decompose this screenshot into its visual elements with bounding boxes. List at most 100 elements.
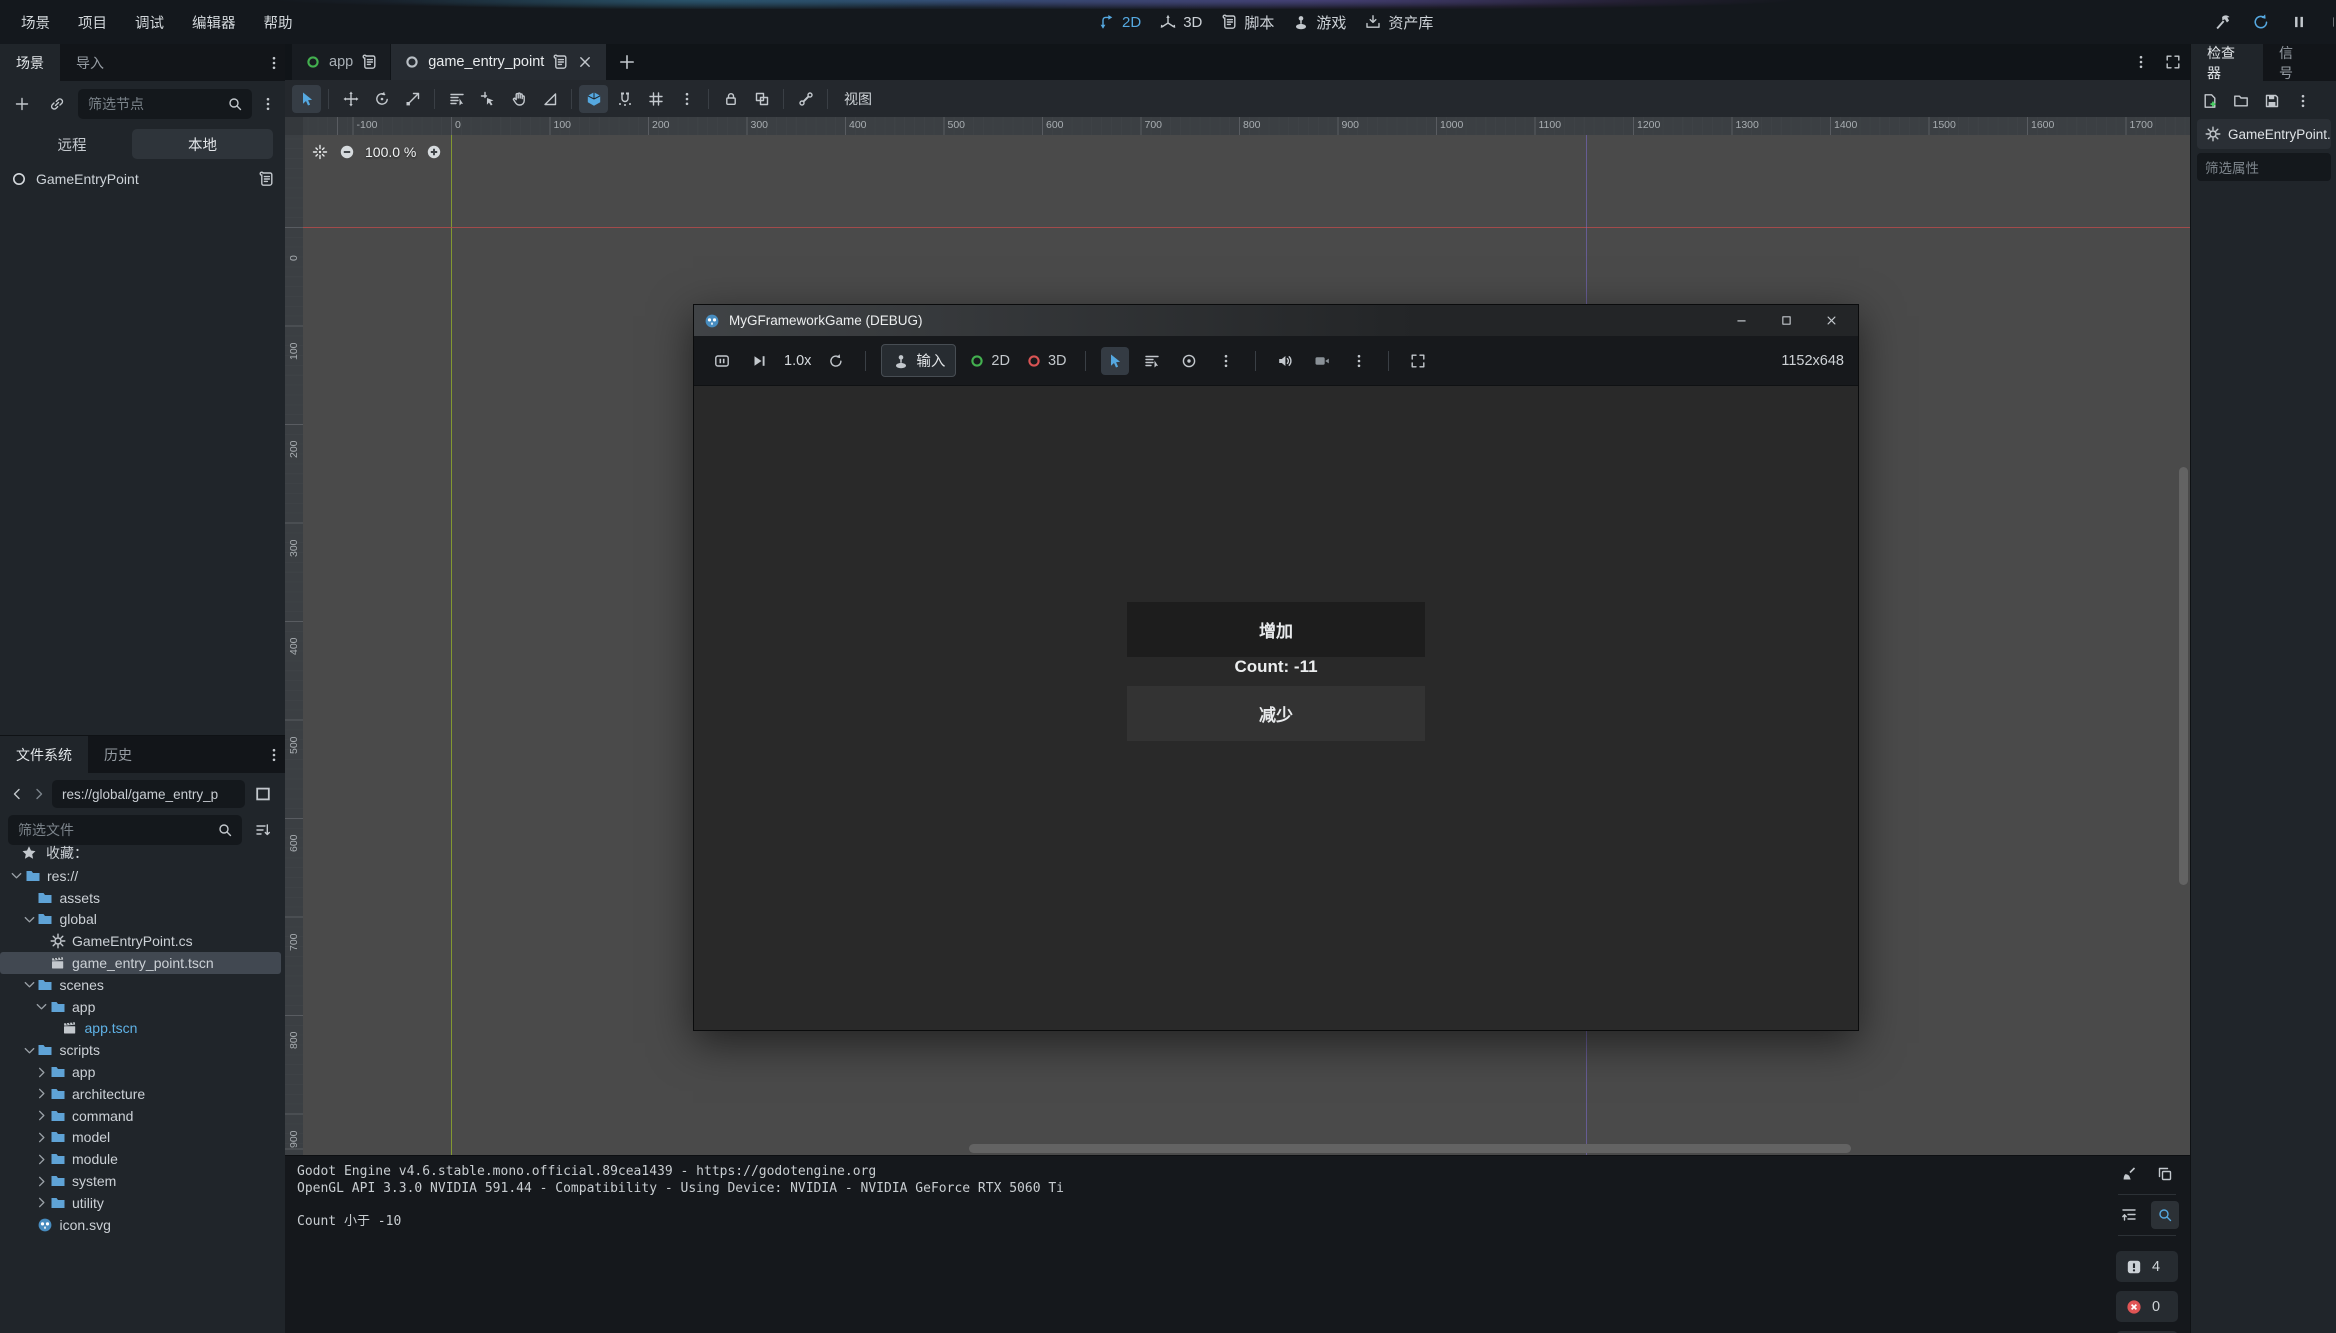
fs-tree-item[interactable]: global: [0, 909, 281, 931]
move-tool-button[interactable]: [336, 85, 365, 113]
new-scene-tab-button[interactable]: [606, 44, 648, 80]
scene-tree-root-node[interactable]: GameEntryPoint: [0, 165, 285, 193]
close-tab-icon[interactable]: [576, 53, 594, 71]
mode-button-script[interactable]: 脚本: [1220, 12, 1274, 33]
select-3d-node-button[interactable]: 3D: [1025, 352, 1067, 370]
game-options-menu-icon[interactable]: [1345, 347, 1373, 375]
filter-nodes-input[interactable]: [86, 95, 226, 113]
suspend-game-button[interactable]: [708, 347, 736, 375]
input-passthrough-toggle[interactable]: 输入: [881, 344, 956, 377]
smart-snap-button[interactable]: [579, 85, 608, 113]
snap-options-menu-icon[interactable]: [672, 85, 701, 113]
horizontal-scrollbar[interactable]: [969, 1144, 1851, 1153]
chevron-down-icon[interactable]: [22, 1043, 37, 1058]
chevron-right-icon[interactable]: [34, 1086, 49, 1101]
game-select-mode-button[interactable]: [1101, 347, 1129, 375]
vertical-scrollbar[interactable]: [2179, 467, 2188, 885]
nav-forward-icon[interactable]: [30, 785, 48, 803]
zoom-in-icon[interactable]: [425, 143, 443, 161]
clear-output-button[interactable]: [2115, 1160, 2143, 1188]
path-field[interactable]: [52, 780, 245, 808]
menu-editor[interactable]: 编辑器: [179, 7, 249, 38]
chevron-right-icon[interactable]: [34, 1195, 49, 1210]
path-input[interactable]: [60, 786, 237, 803]
tab-import[interactable]: 导入: [60, 44, 120, 81]
fs-tree-item[interactable]: scripts: [0, 1039, 281, 1061]
filter-properties-field[interactable]: 筛选属性: [2197, 153, 2331, 181]
chevron-down-icon[interactable]: [22, 977, 37, 992]
zoom-level[interactable]: 100.0 %: [365, 144, 416, 160]
save-resource-icon[interactable]: [2263, 92, 2281, 110]
camera-button[interactable]: [1308, 347, 1336, 375]
camera-override-button[interactable]: [1175, 347, 1203, 375]
mode-button-assetlib[interactable]: 资产库: [1364, 12, 1433, 33]
nav-back-icon[interactable]: [8, 785, 26, 803]
grid-snap-button[interactable]: [610, 85, 639, 113]
recovery-mode-icon[interactable]: [2214, 13, 2232, 31]
fs-tree-item[interactable]: module: [0, 1148, 281, 1170]
chevron-right-icon[interactable]: [34, 1065, 49, 1080]
tab-clipped[interactable]: [2322, 44, 2336, 81]
inspector-menu-icon[interactable]: [2294, 92, 2312, 110]
chevron-right-icon[interactable]: [34, 1174, 49, 1189]
grid-toggle-button[interactable]: [641, 85, 670, 113]
list-select-button[interactable]: [442, 85, 471, 113]
fs-tree-item[interactable]: command: [0, 1105, 281, 1127]
add-node-button[interactable]: [8, 90, 36, 118]
scene-dock-menu-icon[interactable]: [265, 54, 283, 72]
menu-help[interactable]: 帮助: [251, 7, 306, 38]
toggle-split-mode-button[interactable]: [249, 780, 277, 808]
load-resource-icon[interactable]: [2232, 92, 2250, 110]
tab-inspector[interactable]: 检查器: [2191, 44, 2263, 81]
tab-scene[interactable]: 场景: [0, 44, 60, 81]
mode-button-2d[interactable]: 2D: [1098, 13, 1141, 31]
instance-scene-button[interactable]: [43, 90, 71, 118]
game-window-titlebar[interactable]: MyGFrameworkGame (DEBUG): [694, 305, 1858, 336]
snap-pivot-button[interactable]: [473, 85, 502, 113]
menu-project[interactable]: 项目: [65, 7, 120, 38]
new-resource-icon[interactable]: [2201, 92, 2219, 110]
fs-tree-item[interactable]: architecture: [0, 1083, 281, 1105]
game-speed[interactable]: 1.0x: [784, 353, 811, 369]
close-icon[interactable]: [1822, 312, 1840, 330]
select-tool-button[interactable]: [292, 85, 321, 113]
increase-button[interactable]: 增加: [1127, 602, 1425, 657]
fs-tree-item[interactable]: scenes: [0, 974, 281, 996]
scene-tree-menu-icon[interactable]: [259, 95, 277, 113]
menu-debug[interactable]: 调试: [122, 7, 177, 38]
restart-game-icon[interactable]: [2252, 13, 2270, 31]
zoom-out-icon[interactable]: [338, 143, 356, 161]
group-button[interactable]: [747, 85, 776, 113]
fs-tree-item[interactable]: app: [0, 996, 281, 1018]
fs-tree-item[interactable]: game_entry_point.tscn: [0, 952, 281, 974]
mute-audio-button[interactable]: [1271, 347, 1299, 375]
message-count-badge[interactable]: 4: [2116, 1251, 2178, 1282]
collapse-messages-button[interactable]: [2115, 1201, 2143, 1229]
scene-tab-app[interactable]: app: [292, 44, 390, 80]
chevron-down-icon[interactable]: [22, 912, 37, 927]
copy-output-button[interactable]: [2151, 1160, 2179, 1188]
tab-list-menu-icon[interactable]: [2132, 53, 2150, 71]
error-count-badge[interactable]: 0: [2116, 1291, 2178, 1322]
reset-speed-button[interactable]: [822, 347, 850, 375]
tab-history[interactable]: 历史: [88, 736, 148, 773]
filter-files-input[interactable]: [16, 821, 216, 839]
edited-object-row[interactable]: GameEntryPoint.: [2197, 119, 2331, 149]
pan-tool-button[interactable]: [504, 85, 533, 113]
embed-fullscreen-button[interactable]: [1404, 347, 1432, 375]
select-2d-node-button[interactable]: 2D: [968, 352, 1010, 370]
mode-button-game[interactable]: 游戏: [1292, 12, 1346, 33]
tab-filesystem[interactable]: 文件系统: [0, 736, 88, 773]
sort-files-button[interactable]: [249, 816, 277, 844]
favorites-row[interactable]: 收藏：: [0, 841, 281, 865]
scene-tab-game-entry-point[interactable]: game_entry_point: [391, 44, 606, 80]
attached-script-icon[interactable]: [257, 170, 275, 188]
filter-nodes-field[interactable]: [78, 89, 252, 119]
chevron-down-icon[interactable]: [34, 999, 49, 1014]
game-view-menu-icon[interactable]: [1212, 347, 1240, 375]
minimize-icon[interactable]: [1732, 312, 1750, 330]
fs-tree-item[interactable]: app.tscn: [0, 1018, 281, 1040]
fs-tree-item[interactable]: system: [0, 1170, 281, 1192]
fs-tree-item[interactable]: model: [0, 1127, 281, 1149]
lock-button[interactable]: [716, 85, 745, 113]
